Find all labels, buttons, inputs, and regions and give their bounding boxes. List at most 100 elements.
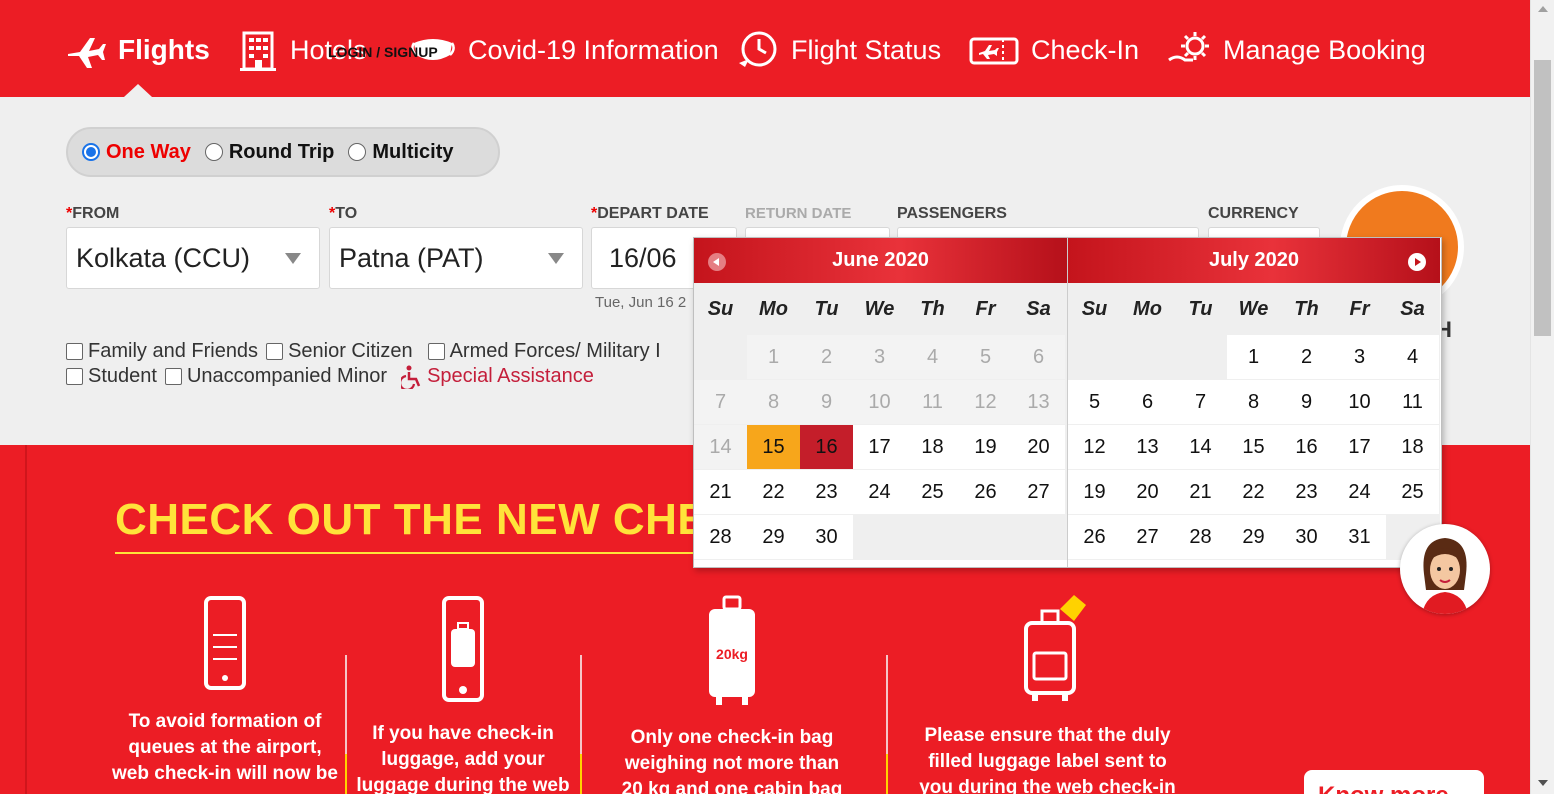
promo-border bbox=[25, 445, 27, 794]
calendar-day[interactable]: 25 bbox=[1386, 470, 1439, 514]
calendar-empty-cell bbox=[853, 515, 906, 559]
calendar-day[interactable]: 3 bbox=[1333, 335, 1386, 379]
calendar-day[interactable]: 16 bbox=[800, 425, 853, 469]
calendar-day[interactable]: 24 bbox=[853, 470, 906, 514]
calendar-day[interactable]: 15 bbox=[1227, 425, 1280, 469]
student-checkbox[interactable] bbox=[66, 368, 83, 385]
calendar-day[interactable]: 18 bbox=[906, 425, 959, 469]
special-assistance-link[interactable]: Special Assistance bbox=[401, 365, 594, 389]
nav-checkin-label: Check-In bbox=[1031, 34, 1140, 65]
calendar-day[interactable]: 26 bbox=[959, 470, 1012, 514]
trip-multicity[interactable]: Multicity bbox=[348, 141, 454, 164]
calendar-day[interactable]: 23 bbox=[1280, 470, 1333, 514]
calendar-day[interactable]: 16 bbox=[1280, 425, 1333, 469]
calendar-day[interactable]: 4 bbox=[1386, 335, 1439, 379]
weekday-label: Sa bbox=[1400, 297, 1425, 320]
calendar-day[interactable]: 15 bbox=[747, 425, 800, 469]
weekday-label: Th bbox=[920, 297, 945, 320]
calendar-day[interactable]: 28 bbox=[1174, 515, 1227, 559]
from-select[interactable]: Kolkata (CCU) bbox=[66, 227, 320, 289]
suitcase-20kg-icon: 20kg bbox=[709, 595, 755, 705]
nav-covid-info[interactable]: Covid-19 Information bbox=[410, 28, 719, 72]
calendar-day[interactable]: 30 bbox=[800, 515, 853, 559]
calendar-day[interactable]: 27 bbox=[1012, 470, 1065, 514]
calendar-week: 1234 bbox=[1068, 335, 1440, 380]
nav-flight-status[interactable]: Flight Status bbox=[737, 28, 941, 72]
calendar-empty-cell bbox=[1012, 515, 1065, 559]
trip-round-trip[interactable]: Round Trip bbox=[204, 140, 335, 164]
calendar-empty-cell bbox=[694, 335, 747, 379]
scroll-thumb[interactable] bbox=[1534, 60, 1551, 336]
promo-divider bbox=[886, 655, 888, 794]
calendar-day[interactable]: 14 bbox=[1174, 425, 1227, 469]
calendar-day[interactable]: 17 bbox=[853, 425, 906, 469]
calendar-day[interactable]: 13 bbox=[1121, 425, 1174, 469]
calendar-day[interactable]: 31 bbox=[1333, 515, 1386, 559]
multicity-radio[interactable] bbox=[348, 143, 367, 161]
calendar-day[interactable]: 24 bbox=[1333, 470, 1386, 514]
next-month-icon[interactable] bbox=[1408, 253, 1426, 271]
calendar-day[interactable]: 20 bbox=[1012, 425, 1065, 469]
calendar-day[interactable]: 25 bbox=[906, 470, 959, 514]
round-trip-label: Round Trip bbox=[228, 140, 335, 163]
calendar-day[interactable]: 30 bbox=[1280, 515, 1333, 559]
calendar-day[interactable]: 26 bbox=[1068, 515, 1121, 559]
one-way-radio[interactable] bbox=[82, 143, 100, 161]
depart-date-label: *DEPART DATE bbox=[591, 205, 709, 222]
chat-assistant-button[interactable] bbox=[1400, 524, 1490, 614]
weekday-label: Sa bbox=[1026, 297, 1051, 320]
to-select[interactable]: Patna (PAT) bbox=[329, 227, 583, 289]
calendar-day[interactable]: 17 bbox=[1333, 425, 1386, 469]
calendar-day[interactable]: 7 bbox=[1174, 380, 1227, 424]
calendar-day[interactable]: 27 bbox=[1121, 515, 1174, 559]
weekday-label: Fr bbox=[1349, 297, 1370, 320]
calendar-day[interactable]: 1 bbox=[1227, 335, 1280, 379]
unaccompanied-minor-label: Unaccompanied Minor bbox=[186, 365, 388, 387]
calendar-day[interactable]: 22 bbox=[747, 470, 800, 514]
calendar-day[interactable]: 11 bbox=[1386, 380, 1439, 424]
nav-manage-booking[interactable]: Manage Booking bbox=[1167, 28, 1426, 72]
calendar-day[interactable]: 29 bbox=[1227, 515, 1280, 559]
calendar-day[interactable]: 23 bbox=[800, 470, 853, 514]
know-more-button[interactable]: Know more bbox=[1304, 770, 1484, 794]
calendar-week: 12 13 14 15 16 17 18 bbox=[1068, 425, 1440, 470]
calendar-day[interactable]: 21 bbox=[694, 470, 747, 514]
calendar-day[interactable]: 9 bbox=[1280, 380, 1333, 424]
calendar-day: 2 bbox=[800, 335, 853, 379]
nav-covid-label: Covid-19 Information bbox=[468, 34, 719, 65]
calendar-day[interactable]: 18 bbox=[1386, 425, 1439, 469]
calendar-day[interactable]: 29 bbox=[747, 515, 800, 559]
calendar-day[interactable]: 20 bbox=[1121, 470, 1174, 514]
weekday-label: Fr bbox=[975, 297, 996, 320]
promo-feature-1: To avoid formation of queues at the airp… bbox=[110, 595, 340, 787]
calendar-day[interactable]: 10 bbox=[1333, 380, 1386, 424]
armed-forces-checkbox[interactable] bbox=[427, 343, 445, 360]
calendar-day[interactable]: 8 bbox=[1227, 380, 1280, 424]
promo-feature-4-text: Please ensure that the duly filled lugga… bbox=[919, 725, 1176, 794]
scroll-down-icon[interactable] bbox=[1538, 780, 1548, 786]
calendar-empty-cell bbox=[1121, 335, 1174, 379]
nav-check-in[interactable]: Check-In bbox=[969, 28, 1139, 72]
phone-luggage-icon bbox=[442, 596, 484, 702]
trip-one-way[interactable]: One Way bbox=[82, 141, 191, 164]
nav-flights[interactable]: Flights bbox=[66, 28, 210, 72]
calendar-day[interactable]: 22 bbox=[1227, 470, 1280, 514]
round-trip-radio[interactable] bbox=[204, 143, 223, 161]
calendar-day[interactable]: 28 bbox=[694, 515, 747, 559]
promo-feature-1-text: To avoid formation of queues at the airp… bbox=[112, 711, 338, 784]
calendar-day[interactable]: 21 bbox=[1174, 470, 1227, 514]
calendar-day[interactable]: 12 bbox=[1068, 425, 1121, 469]
scroll-up-icon[interactable] bbox=[1538, 6, 1548, 12]
unaccompanied-minor-checkbox[interactable] bbox=[164, 368, 182, 385]
calendar-day[interactable]: 6 bbox=[1121, 380, 1174, 424]
return-date-label: RETURN DATE bbox=[745, 205, 852, 222]
senior-citizen-checkbox[interactable] bbox=[266, 343, 284, 360]
prev-month-icon[interactable] bbox=[708, 253, 726, 271]
calendar-day[interactable]: 19 bbox=[1068, 470, 1121, 514]
calendar-day[interactable]: 19 bbox=[959, 425, 1012, 469]
login-signup-link[interactable]: LOGIN / SIGNUP bbox=[328, 44, 438, 60]
calendar-day[interactable]: 2 bbox=[1280, 335, 1333, 379]
calendar-day[interactable]: 5 bbox=[1068, 380, 1121, 424]
page-scrollbar[interactable] bbox=[1530, 0, 1554, 794]
family-friends-checkbox[interactable] bbox=[66, 343, 83, 360]
